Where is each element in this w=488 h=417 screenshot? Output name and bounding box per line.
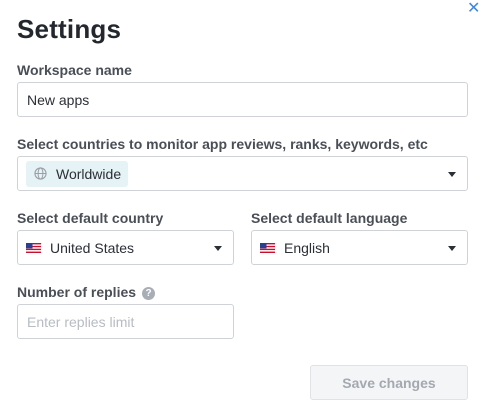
replies-label: Number of replies? bbox=[17, 284, 156, 300]
replies-limit-placeholder: Enter replies limit bbox=[27, 313, 135, 330]
replies-label-text: Number of replies bbox=[17, 284, 137, 300]
chevron-down-icon bbox=[214, 246, 222, 251]
chevron-down-icon bbox=[448, 246, 456, 251]
globe-icon bbox=[34, 167, 47, 180]
country-chip-worldwide[interactable]: Worldwide bbox=[26, 160, 129, 187]
us-flag-icon bbox=[26, 242, 41, 253]
default-country-value: United States bbox=[50, 239, 135, 256]
workspace-name-value: New apps bbox=[27, 91, 90, 108]
default-language-label: Select default language bbox=[251, 210, 408, 226]
close-icon[interactable]: ✕ bbox=[467, 1, 481, 17]
workspace-name-label: Workspace name bbox=[17, 62, 132, 78]
workspace-name-field[interactable]: New apps bbox=[17, 82, 468, 117]
replies-limit-input[interactable]: Enter replies limit bbox=[17, 304, 234, 339]
save-changes-button[interactable]: Save changes bbox=[310, 365, 468, 400]
page-title: Settings bbox=[17, 14, 122, 44]
country-chip-label: Worldwide bbox=[56, 165, 122, 182]
default-language-value: English bbox=[284, 239, 330, 256]
countries-monitor-select[interactable]: Worldwide bbox=[17, 156, 468, 191]
us-flag-icon bbox=[260, 242, 275, 253]
default-language-select[interactable]: English bbox=[251, 230, 468, 265]
default-country-select[interactable]: United States bbox=[17, 230, 234, 265]
countries-monitor-label: Select countries to monitor app reviews,… bbox=[17, 136, 428, 152]
default-country-label: Select default country bbox=[17, 210, 164, 226]
chevron-down-icon bbox=[448, 172, 456, 177]
settings-dialog: ✕ Settings Workspace name New apps Selec… bbox=[0, 0, 488, 417]
question-icon[interactable]: ? bbox=[142, 287, 156, 300]
